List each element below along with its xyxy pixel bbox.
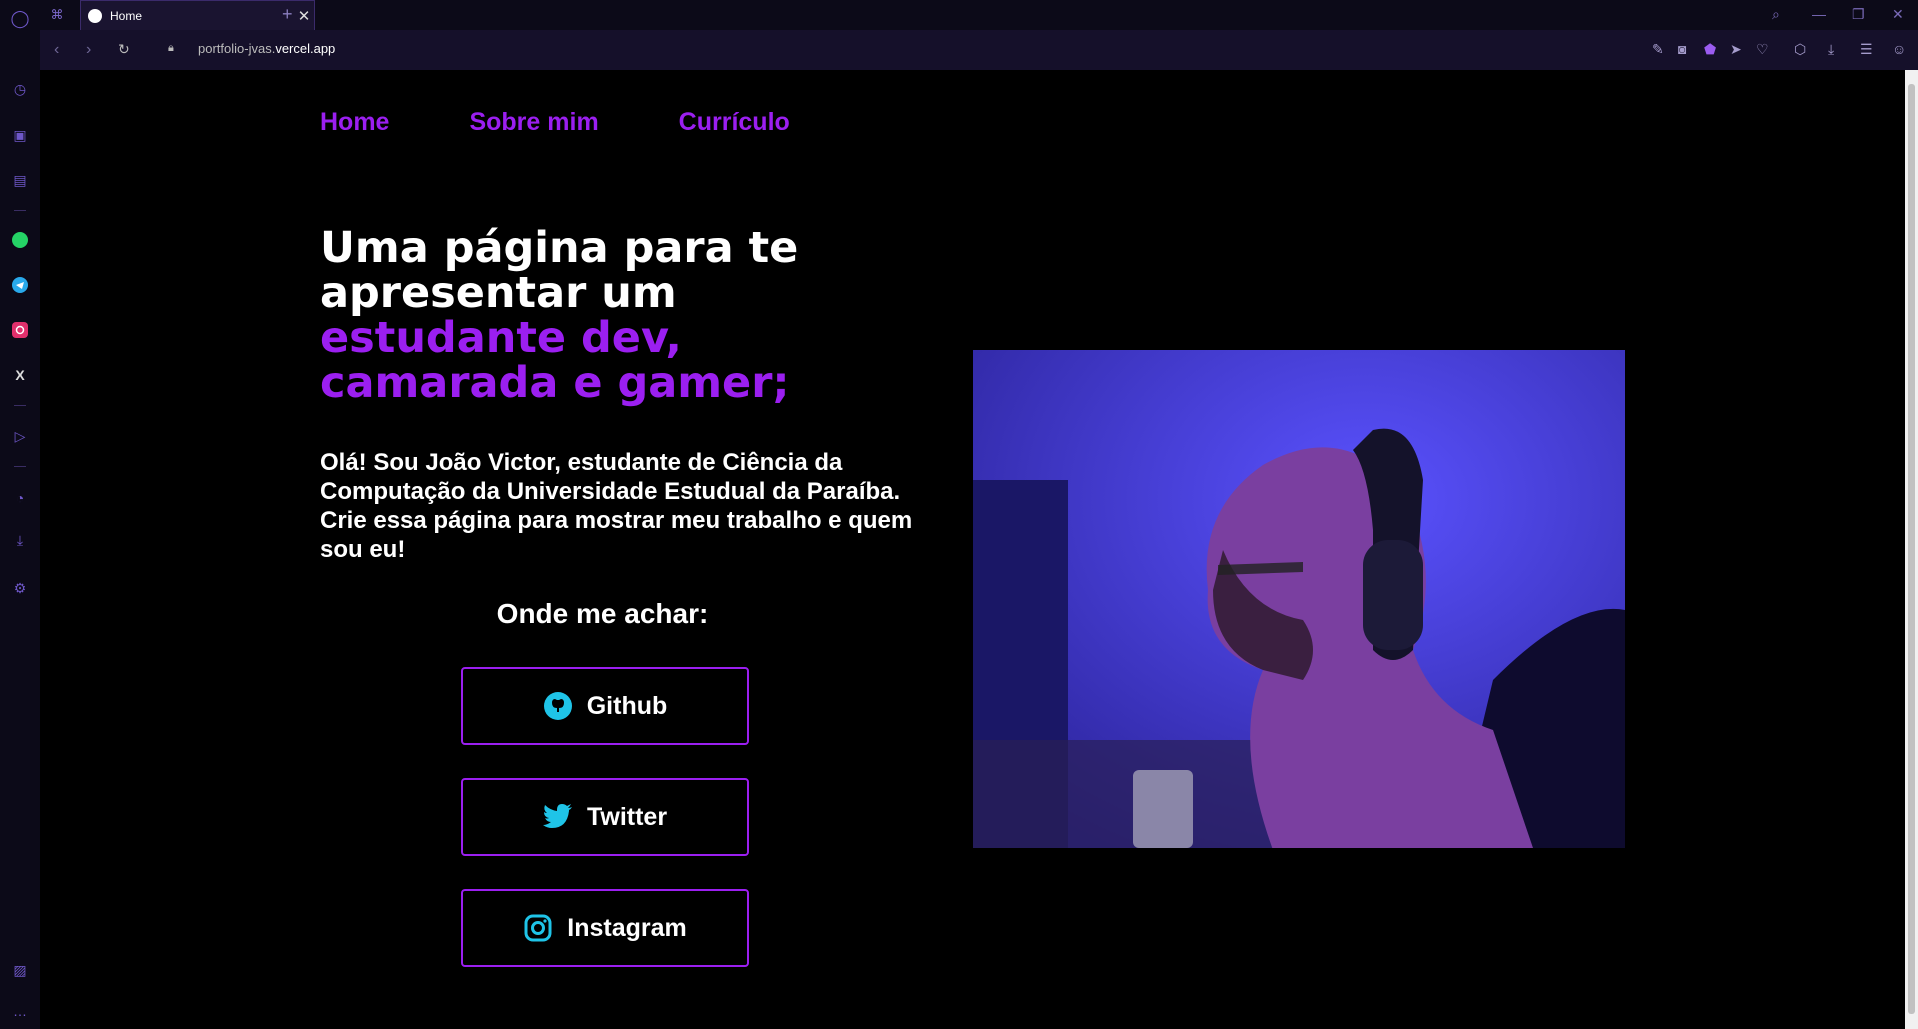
hero-accent-1: estudante dev,: [320, 313, 682, 363]
twitter-icon: [542, 802, 573, 832]
download-icon[interactable]: ⤓: [1828, 41, 1834, 58]
lock-icon: 🔒︎: [168, 42, 174, 54]
sidebar-divider: [14, 466, 26, 467]
opera-logo-icon[interactable]: ◯: [10, 9, 30, 29]
address-bar: ‹ › ↻ 🔒︎ portfolio-jvas.vercel.app ✎ ◙ ⬟…: [40, 30, 1918, 71]
twitter-button[interactable]: Twitter: [461, 778, 749, 856]
telegram-icon[interactable]: [10, 275, 30, 295]
extensions-icon[interactable]: ▤: [10, 170, 30, 190]
hero-accent-2: camarada e gamer;: [320, 358, 790, 408]
player-icon[interactable]: ▷: [10, 426, 30, 446]
url-field[interactable]: portfolio-jvas.vercel.app: [198, 41, 335, 56]
twitter-label: Twitter: [586, 802, 668, 831]
page-content: Home Sobre mim Currículo Uma página para…: [40, 70, 1905, 1029]
site-nav: Home Sobre mim Currículo: [320, 108, 790, 137]
sidebar-divider: [14, 405, 26, 406]
profile-icon[interactable]: ☺: [1892, 41, 1906, 57]
shopping-icon[interactable]: ▣: [10, 125, 30, 145]
minimize-icon[interactable]: —: [1812, 6, 1826, 22]
nav-curriculo[interactable]: Currículo: [679, 108, 790, 137]
hero-heading: Uma página para te apresentar um estudan…: [320, 226, 880, 406]
vpn-shield-icon[interactable]: ⬟: [1704, 41, 1716, 58]
send-icon[interactable]: ➤: [1730, 41, 1742, 58]
new-tab-icon[interactable]: +: [282, 4, 293, 25]
profile-photo: [973, 350, 1625, 848]
sidebar-divider: [14, 210, 26, 211]
downloads-icon[interactable]: ⤓: [10, 530, 30, 550]
instagram-button[interactable]: Instagram: [461, 889, 749, 967]
reload-icon[interactable]: ↻: [118, 41, 130, 58]
whatsapp-icon[interactable]: [10, 230, 30, 250]
globe-icon: [88, 8, 102, 23]
nav-sobre-mim[interactable]: Sobre mim: [469, 108, 598, 137]
restore-icon[interactable]: ❐: [1852, 6, 1865, 23]
instagram-icon: [523, 913, 553, 943]
intro-paragraph: Olá! Sou João Victor, estudante de Ciênc…: [320, 449, 913, 563]
search-tabs-icon[interactable]: ⌕: [1772, 6, 1780, 23]
close-window-icon[interactable]: ✕: [1892, 6, 1904, 23]
history-icon[interactable]: ◔: [10, 488, 30, 508]
cube-icon[interactable]: ⬡: [1794, 41, 1806, 58]
x-twitter-icon[interactable]: X: [10, 365, 30, 385]
github-button[interactable]: Github: [461, 667, 749, 745]
tab-title: Home: [110, 8, 143, 23]
menu-icon[interactable]: ☰: [1860, 41, 1873, 58]
more-icon[interactable]: …: [10, 1001, 30, 1021]
wallpaper-icon[interactable]: ▨: [10, 960, 30, 980]
workspace-gamepad-icon[interactable]: ⌘: [48, 6, 66, 24]
instagram-sidebar-icon[interactable]: [10, 320, 30, 340]
browser-sidebar: ◯ ◷ ▣ ▤ X ▷ ◔ ⤓ ⚙ ▨ …: [0, 0, 41, 1029]
forward-icon[interactable]: ›: [86, 41, 91, 59]
speed-dial-icon[interactable]: ◷: [10, 79, 30, 99]
tab-strip: ⌘ Home ✕ + ⌕ — ❐ ✕: [40, 0, 1918, 30]
page-scrollbar[interactable]: [1905, 70, 1918, 1029]
scrollbar-thumb[interactable]: [1908, 84, 1915, 1014]
tab-home[interactable]: Home ✕: [80, 0, 315, 30]
edit-icon[interactable]: ✎: [1652, 41, 1664, 58]
heart-icon[interactable]: ♡: [1756, 41, 1769, 58]
close-tab-icon[interactable]: ✕: [294, 7, 314, 25]
hero-line-2: apresentar um: [320, 268, 677, 318]
back-icon[interactable]: ‹: [54, 41, 59, 59]
hero-line-1: Uma página para te: [320, 223, 799, 273]
find-me-title: Onde me achar:: [496, 598, 709, 629]
snapshot-camera-icon[interactable]: ◙: [1678, 41, 1686, 57]
github-icon: [543, 691, 573, 721]
settings-gear-icon[interactable]: ⚙: [10, 578, 30, 598]
nav-home[interactable]: Home: [320, 108, 389, 137]
github-label: Github: [586, 691, 668, 720]
instagram-label: Instagram: [567, 913, 687, 942]
